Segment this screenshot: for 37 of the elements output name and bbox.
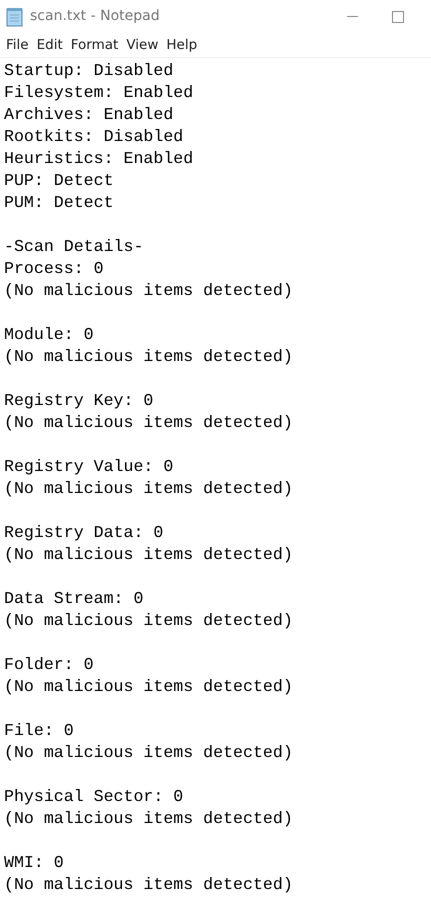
text-line: -Scan Details- [4,236,144,258]
text-line: (No malicious items detected) [4,412,294,434]
text-line: PUM: Detect [4,192,115,214]
text-line: Registry Value: 0 [4,456,174,478]
menu-item[interactable]: View [122,34,162,56]
text-line: (No malicious items detected) [4,610,294,632]
text-line: WMI: 0 [4,852,65,874]
notepad-icon [6,6,24,26]
text-line: (No malicious items detected) [4,742,294,764]
window-title: scan.txt - Notepad [30,7,160,26]
text-line: Process: 0 [4,258,105,280]
text-line: (No malicious items detected) [4,478,294,500]
text-line: (No malicious items detected) [4,346,294,368]
menu-item[interactable]: Edit [32,34,67,56]
text-line: (No malicious items detected) [4,676,294,698]
text-line: (No malicious items detected) [4,808,294,830]
text-line: Filesystem: Enabled [4,82,194,104]
menu-item[interactable]: Format [66,34,122,56]
text-line: (No malicious items detected) [4,280,294,302]
text-line: Data Stream: 0 [4,588,144,610]
text-line: Registry Key: 0 [4,390,154,412]
menu-item[interactable]: File [2,34,33,56]
text-line: Startup: Disabled [4,60,174,82]
text-line: Archives: Enabled [4,104,174,126]
text-line: File: 0 [4,720,75,742]
minimize-icon [346,16,358,17]
text-line: Rootkits: Disabled [4,126,184,148]
text-line: Heuristics: Enabled [4,148,194,170]
maximize-icon [392,10,404,22]
text-line: Folder: 0 [4,654,95,676]
menu-item[interactable]: Help [162,34,202,56]
text-line: Registry Data: 0 [4,522,164,544]
text-line: Module: 0 [4,324,95,346]
text-line: (No malicious items detected) [4,874,294,896]
text-line: Physical Sector: 0 [4,786,184,808]
text-line: (No malicious items detected) [4,544,294,566]
text-line: PUP: Detect [4,170,115,192]
